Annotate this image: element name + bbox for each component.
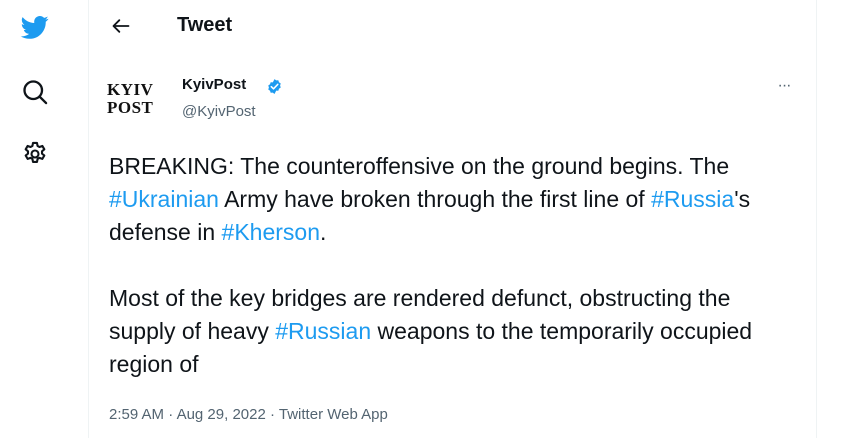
avatar-logo-line2: POST [107,98,154,117]
tweet-paragraph-2: Most of the key bridges are rendered def… [109,282,799,381]
tweet-date[interactable]: Aug 29, 2022 [177,406,266,423]
tweet-text: BREAKING: The counteroffensive on the gr… [109,150,799,404]
side-nav [0,0,74,438]
verified-badge-icon [268,79,281,94]
more-options-button[interactable]: ··· [769,74,799,98]
back-button[interactable] [103,8,139,44]
tweet-metadata: 2:59 AM · Aug 29, 2022 · Twitter Web App [109,405,388,425]
tweet-text-segment: Army have broken through the first line … [218,186,652,212]
main-column: Tweet KYIV POST KyivPost @KyivPost ··· B… [88,0,817,438]
author-name[interactable]: KyivPost [182,75,246,95]
hashtag-link[interactable]: #Ukrainian [109,186,219,212]
arrow-left-icon [112,19,130,33]
twitter-bird-icon [20,16,49,39]
page-header: Tweet [89,0,816,53]
tweet-paragraph-1: BREAKING: The counteroffensive on the gr… [109,150,799,249]
gear-icon [24,141,46,163]
more-icon: ··· [777,77,792,94]
meta-separator: · [168,406,174,423]
tweet-time[interactable]: 2:59 AM [109,406,164,423]
tweet-text-segment: BREAKING: The counteroffensive on the gr… [109,153,730,179]
twitter-logo-link[interactable] [10,2,60,52]
hashtag-link[interactable]: #Kherson [222,219,320,245]
explore-button[interactable] [10,67,60,117]
tweet-text-segment: . [320,219,327,245]
avatar[interactable]: KYIV POST [105,74,165,134]
hashtag-link[interactable]: #Russian [275,318,371,344]
meta-separator: · [269,406,275,423]
settings-button[interactable] [10,129,60,179]
author-handle[interactable]: @KyivPost [182,102,256,122]
tweet-source[interactable]: Twitter Web App [279,406,388,423]
hashtag-link[interactable]: #Russia [651,186,734,212]
search-icon [23,80,48,105]
avatar-logo-line1: KYIV [107,80,154,99]
page-title: Tweet [177,14,233,36]
ukraine-flag-emoji [203,352,235,374]
